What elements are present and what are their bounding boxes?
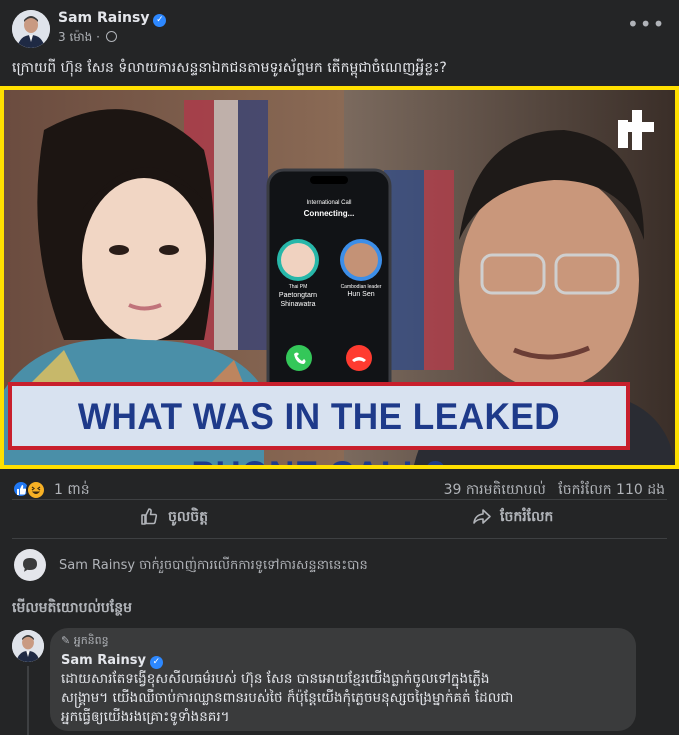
post-time[interactable]: 3 ម៉ោង bbox=[58, 30, 92, 44]
call-header: International Call bbox=[306, 200, 352, 206]
comment-text: ដោយសារតែទង្វើខុសសីលធម៌របស់ ហ៊ុន សែន បានអ… bbox=[61, 671, 514, 725]
share-button[interactable]: ចែករំលែក bbox=[472, 506, 553, 530]
globe-icon bbox=[105, 31, 117, 42]
right-role: Cambodian leader bbox=[340, 284, 382, 290]
thumbs-up-icon bbox=[141, 508, 158, 525]
post-image[interactable]: International Call Connecting... Thai PM… bbox=[0, 86, 679, 469]
left-role: Thai PM bbox=[288, 284, 308, 290]
commenter-avatar[interactable] bbox=[12, 630, 44, 662]
divider bbox=[12, 538, 667, 539]
reply-thread-line bbox=[27, 666, 29, 735]
view-more-comments-link[interactable]: មើលមតិយោបល់បន្ថែម bbox=[12, 598, 132, 619]
comment-author[interactable]: Sam Rainsy ✓ bbox=[61, 653, 163, 669]
verified-icon: ✓ bbox=[153, 14, 167, 27]
call-status: Connecting... bbox=[303, 209, 355, 218]
thumbnail: International Call Connecting... Thai PM… bbox=[4, 90, 675, 465]
meta-separator: · bbox=[96, 30, 100, 44]
post-caption: ក្រោយពី ហ៊ុន សែន ទំលាយការសន្ទនាឯកជនតាមទូ… bbox=[12, 60, 447, 76]
author-badge: ✎ អ្នកនិពន្ធ bbox=[61, 634, 109, 647]
share-count[interactable]: ចែករំលែក 110 ដង bbox=[558, 482, 665, 498]
post-stats: 39 ការមតិយោបល់ ចែករំលែក 110 ដង bbox=[436, 480, 665, 501]
reaction-count[interactable]: 1 ពាន់ bbox=[54, 480, 90, 501]
comment-restriction-notice: Sam Rainsy ចាក់រួចបាញ់ការលើកការទូទៅការសន… bbox=[59, 558, 368, 573]
left-name: Paetongtarn Shinawatra bbox=[278, 292, 318, 308]
share-icon bbox=[473, 509, 491, 524]
verified-icon: ✓ bbox=[149, 656, 163, 669]
like-button[interactable]: ចូលចិត្ត bbox=[140, 506, 208, 530]
post-meta: 3 ម៉ោង · bbox=[58, 29, 117, 47]
haha-reaction-icon bbox=[26, 480, 46, 500]
pencil-icon: ✎ bbox=[61, 634, 74, 647]
post-card: Sam Rainsy ✓ 3 ម៉ោង · ••• ក្រោយពី ហ៊ុន សែ… bbox=[0, 0, 679, 735]
comment-restricted-icon bbox=[14, 549, 46, 581]
comment-count[interactable]: 39 ការមតិយោបល់ bbox=[444, 482, 546, 498]
divider bbox=[12, 499, 667, 500]
author-avatar[interactable] bbox=[12, 10, 50, 48]
more-options-button[interactable]: ••• bbox=[627, 14, 664, 42]
thumbnail-headline: WHAT WAS IN THE LEAKED PHONE CALL? bbox=[77, 396, 561, 465]
author-name[interactable]: Sam Rainsy ✓ bbox=[58, 10, 167, 27]
right-name: Hun Sen bbox=[347, 291, 375, 298]
